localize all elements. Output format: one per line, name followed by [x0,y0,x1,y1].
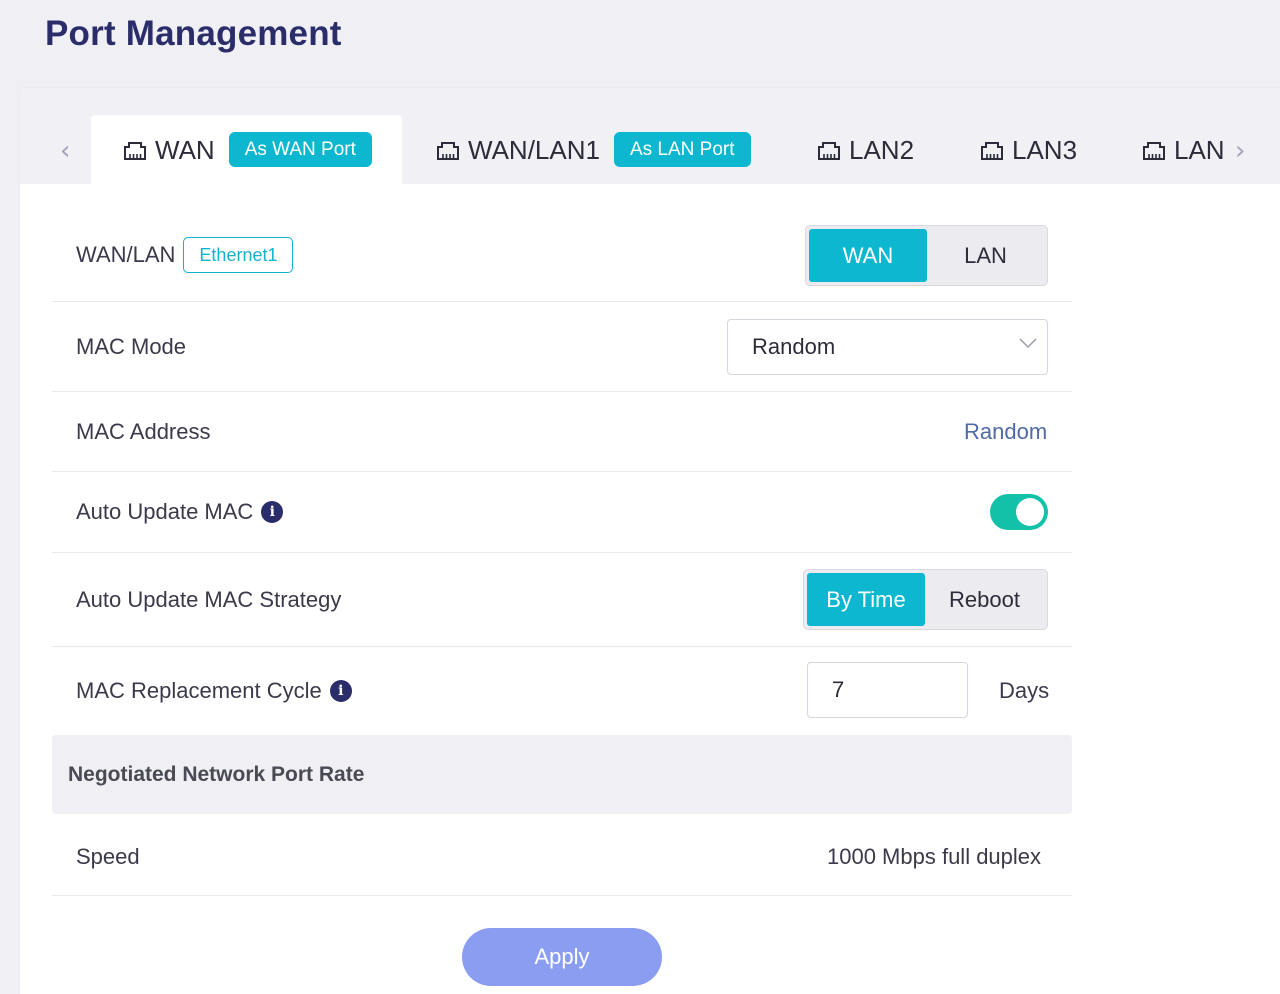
speed-row: Speed 1000 Mbps full duplex [52,814,1072,896]
reboot-option-button[interactable]: Reboot [925,573,1044,626]
apply-button[interactable]: Apply [462,928,662,986]
cycle-days-input[interactable]: 7 [807,662,968,718]
chevron-left-icon[interactable]: ‹ [60,138,70,164]
by-time-option-button[interactable]: By Time [807,573,925,626]
tab-lan3[interactable]: LAN3 [980,115,1077,184]
mac-replacement-cycle-label-group: MAC Replacement Cycle i [76,678,352,704]
mac-address-label: MAC Address [76,419,211,444]
mac-mode-label: MAC Mode [76,334,187,359]
chevron-down-icon [1019,338,1037,349]
tab-wan-lan1[interactable]: WAN/LAN1 As LAN Port [436,115,751,184]
ethernet-port-icon [980,139,1004,161]
info-icon[interactable]: i [329,680,352,702]
tab-lan4[interactable]: LAN [1142,115,1225,184]
tab-wan[interactable]: WAN As WAN Port [91,115,402,184]
mac-address-row: MAC Address Random [52,392,1072,472]
wan-lan-switch: WAN LAN [805,225,1048,286]
tab-label: WAN/LAN1 [468,134,600,165]
section-title: Negotiated Network Port Rate [68,763,365,786]
wan-lan-row: WAN/LAN Ethernet1 WAN LAN [52,184,1072,302]
mac-mode-select[interactable]: Random [727,319,1048,375]
negotiated-rate-section-header: Negotiated Network Port Rate [52,735,1072,814]
auto-update-mac-label-group: Auto Update MAC i [76,499,284,525]
mac-replacement-cycle-label: MAC Replacement Cycle [76,678,322,703]
toggle-knob [1016,498,1044,526]
strategy-switch: By Time Reboot [803,569,1048,630]
interface-tag: Ethernet1 [183,237,294,273]
info-icon[interactable]: i [261,501,284,523]
mac-replacement-cycle-row: MAC Replacement Cycle i 7 Days [52,647,1072,735]
tab-label: LAN [1174,134,1225,165]
port-tab-bar: ‹ WAN As WAN Port WAN/LAN1 As LAN Port L… [20,88,1280,184]
ethernet-port-icon [1142,139,1166,161]
wan-option-button[interactable]: WAN [809,229,927,282]
port-role-badge: As LAN Port [613,132,751,167]
port-settings-card: ‹ WAN As WAN Port WAN/LAN1 As LAN Port L… [20,88,1280,994]
tab-label: LAN3 [1012,134,1078,165]
speed-value: 1000 Mbps full duplex [827,844,1042,869]
port-role-badge: As WAN Port [228,132,372,167]
auto-update-strategy-row: Auto Update MAC Strategy By Time Reboot [52,553,1072,647]
mac-address-value[interactable]: Random [964,419,1047,445]
tab-label: LAN2 [849,134,915,165]
tab-lan2[interactable]: LAN2 [817,115,914,184]
ethernet-port-icon [436,139,460,161]
mac-mode-value: Random [752,334,836,359]
lan-option-button[interactable]: LAN [927,229,1044,282]
wan-lan-label-group: WAN/LAN Ethernet1 [76,237,294,273]
ethernet-port-icon [123,139,147,161]
ethernet-port-icon [817,139,841,161]
wan-lan-label: WAN/LAN [76,242,176,267]
speed-label: Speed [76,844,140,869]
mac-mode-row: MAC Mode Random [52,302,1072,392]
auto-update-mac-row: Auto Update MAC i [52,472,1072,553]
page-title: Port Management [45,14,342,53]
chevron-right-icon[interactable]: › [1235,138,1245,164]
tab-label: WAN [155,134,215,165]
auto-update-strategy-label: Auto Update MAC Strategy [76,587,342,612]
cycle-unit-label: Days [999,678,1050,703]
auto-update-mac-toggle[interactable] [990,494,1048,530]
auto-update-mac-label: Auto Update MAC [76,499,254,524]
